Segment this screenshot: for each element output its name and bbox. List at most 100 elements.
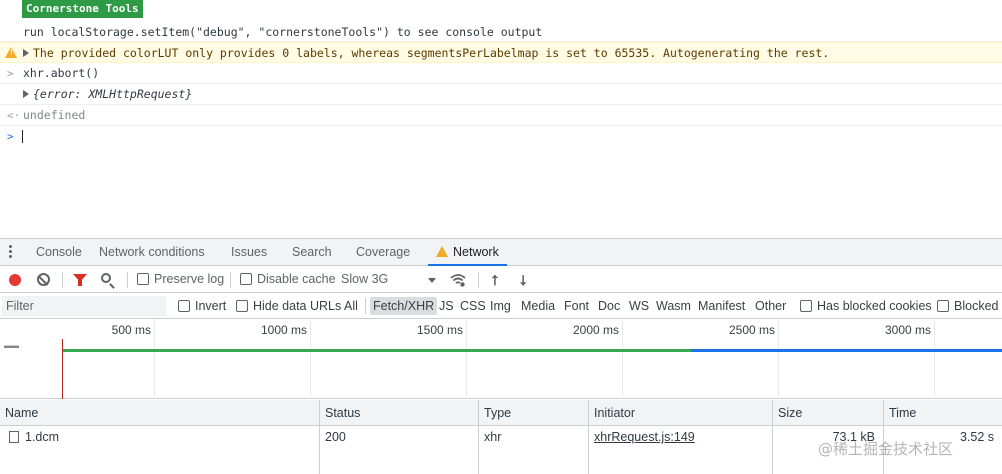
column-header-type[interactable]: Type [478,400,588,426]
toolbar-divider [230,272,231,288]
warning-text: The provided colorLUT only provides 0 la… [33,46,830,60]
console-prompt-line[interactable]: > [0,126,1002,147]
type-filter-img[interactable]: Img [490,293,511,319]
warning-icon: ! [5,47,17,58]
type-filter-manifest[interactable]: Manifest [698,293,745,319]
timeline-tick-label: 500 ms [111,323,151,337]
timeline-gridline [778,319,779,399]
type-filter-js[interactable]: JS [439,293,454,319]
invert-checkbox[interactable]: Invert [178,293,226,319]
type-filter-ws[interactable]: WS [629,293,649,319]
blocked-requests-label: Blocked R [954,299,1002,313]
invert-label: Invert [195,299,227,313]
initiator-link[interactable]: xhrRequest.js:149 [594,430,695,444]
type-filter-fetch-xhr[interactable]: Fetch/XHR [370,297,438,315]
filter-input[interactable] [2,296,166,316]
record-icon[interactable] [9,274,21,286]
chevron-down-icon[interactable] [428,278,436,283]
column-divider [319,448,320,474]
cell-status: 200 [319,426,478,448]
return-prompt-icon: <· [7,109,21,122]
network-toolbar: Preserve log Disable cache Slow 3G ⭡ ⭣ [0,266,1002,293]
tab-network-conditions[interactable]: Network conditions [99,239,205,266]
search-icon[interactable] [101,273,111,283]
column-header-status[interactable]: Status [319,400,478,426]
tab-search[interactable]: Search [292,239,332,266]
tab-network-label: Network [453,245,499,259]
tab-console[interactable]: Console [36,239,82,266]
timeline-tick-label: 2000 ms [572,323,619,337]
request-table: Name Status Type Initiator Size Time 1.d… [0,400,1002,474]
expand-triangle-icon[interactable] [23,49,29,57]
timeline-tick-label: 2500 ms [728,323,775,337]
column-header-time[interactable]: Time [883,400,1002,426]
filter-divider [365,298,366,314]
column-header-initiator[interactable]: Initiator [588,400,772,426]
result-object-text: {error: XMLHttpRequest} [33,87,193,101]
console-message-warning[interactable]: ! The provided colorLUT only provides 0 … [0,42,1002,63]
console-input-line: > xhr.abort() [0,63,1002,84]
filter-icon[interactable] [73,274,87,286]
disable-cache-checkbox[interactable]: Disable cache [240,266,336,293]
console-result-object[interactable]: {error: XMLHttpRequest} [0,84,1002,105]
tab-issues[interactable]: Issues [231,239,267,266]
type-filter-media[interactable]: Media [521,293,555,319]
debug-hint-text: run localStorage.setItem("debug", "corne… [23,25,543,39]
more-tools-menu-icon[interactable] [9,245,12,260]
column-divider [588,448,589,474]
cornerstone-badge: Cornerstone Tools [22,0,143,18]
clear-icon[interactable] [37,273,50,286]
checkbox-icon [240,273,252,285]
warning-icon [436,246,448,257]
export-har-icon[interactable]: ⭣ [516,272,530,288]
console-return-line: <· undefined [0,105,1002,126]
type-filter-css[interactable]: CSS [460,293,486,319]
request-download-bar [691,349,1002,352]
timeline-gridline [622,319,623,399]
console-command: xhr.abort() [23,66,100,80]
type-filter-wasm[interactable]: Wasm [656,293,691,319]
drawer-tabbar: Console Network conditions Issues Search… [0,238,1002,266]
return-value: undefined [23,108,86,122]
checkbox-icon [178,300,190,312]
blocked-requests-checkbox[interactable]: Blocked R [937,293,1002,319]
timeline-tick-label: 3000 ms [884,323,931,337]
request-name: 1.dcm [25,430,60,444]
column-header-size[interactable]: Size [772,400,883,426]
network-conditions-icon[interactable] [450,272,466,288]
input-prompt-icon: > [7,67,14,80]
cell-initiator: xhrRequest.js:149 [588,426,772,448]
throttling-value: Slow 3G [341,272,389,286]
timeline-overview[interactable]: 500 ms 1000 ms 1500 ms 2000 ms 2500 ms 3… [0,319,1002,399]
type-filter-other[interactable]: Other [755,293,786,319]
toolbar-divider [127,272,128,288]
checkbox-icon [137,273,149,285]
expand-triangle-icon[interactable] [23,90,29,98]
column-header-name[interactable]: Name [0,400,319,426]
checkbox-icon [937,300,949,312]
active-prompt-icon: > [7,130,14,143]
watermark: @稀土掘金技术社区 [818,440,954,458]
type-filter-doc[interactable]: Doc [598,293,620,319]
preserve-log-checkbox[interactable]: Preserve log [137,266,224,293]
throttling-select[interactable]: Slow 3G [341,266,388,293]
preserve-log-label: Preserve log [154,272,225,286]
type-filter-font[interactable]: Font [564,293,589,319]
console-message-debug-hint: run localStorage.setItem("debug", "corne… [0,22,1002,42]
has-blocked-cookies-checkbox[interactable]: Has blocked cookies [800,293,932,319]
toolbar-divider [62,272,63,288]
tab-network[interactable]: Network [428,239,507,266]
column-divider [478,448,479,474]
import-har-icon[interactable]: ⭡ [488,272,502,288]
console-panel: Cornerstone Tools run localStorage.setIt… [0,0,1002,238]
tab-coverage[interactable]: Coverage [356,239,410,266]
text-cursor [22,130,23,143]
cell-name[interactable]: 1.dcm [0,426,319,448]
table-header: Name Status Type Initiator Size Time [0,400,1002,426]
type-filter-all[interactable]: All [344,293,358,319]
hide-data-urls-checkbox[interactable]: Hide data URLs [236,293,341,319]
toolbar-divider [478,272,479,288]
filter-bar: Invert Hide data URLs All Fetch/XHR JS C… [0,293,1002,319]
timeline-gridline [154,319,155,399]
timeline-tick-label: 1500 ms [416,323,463,337]
